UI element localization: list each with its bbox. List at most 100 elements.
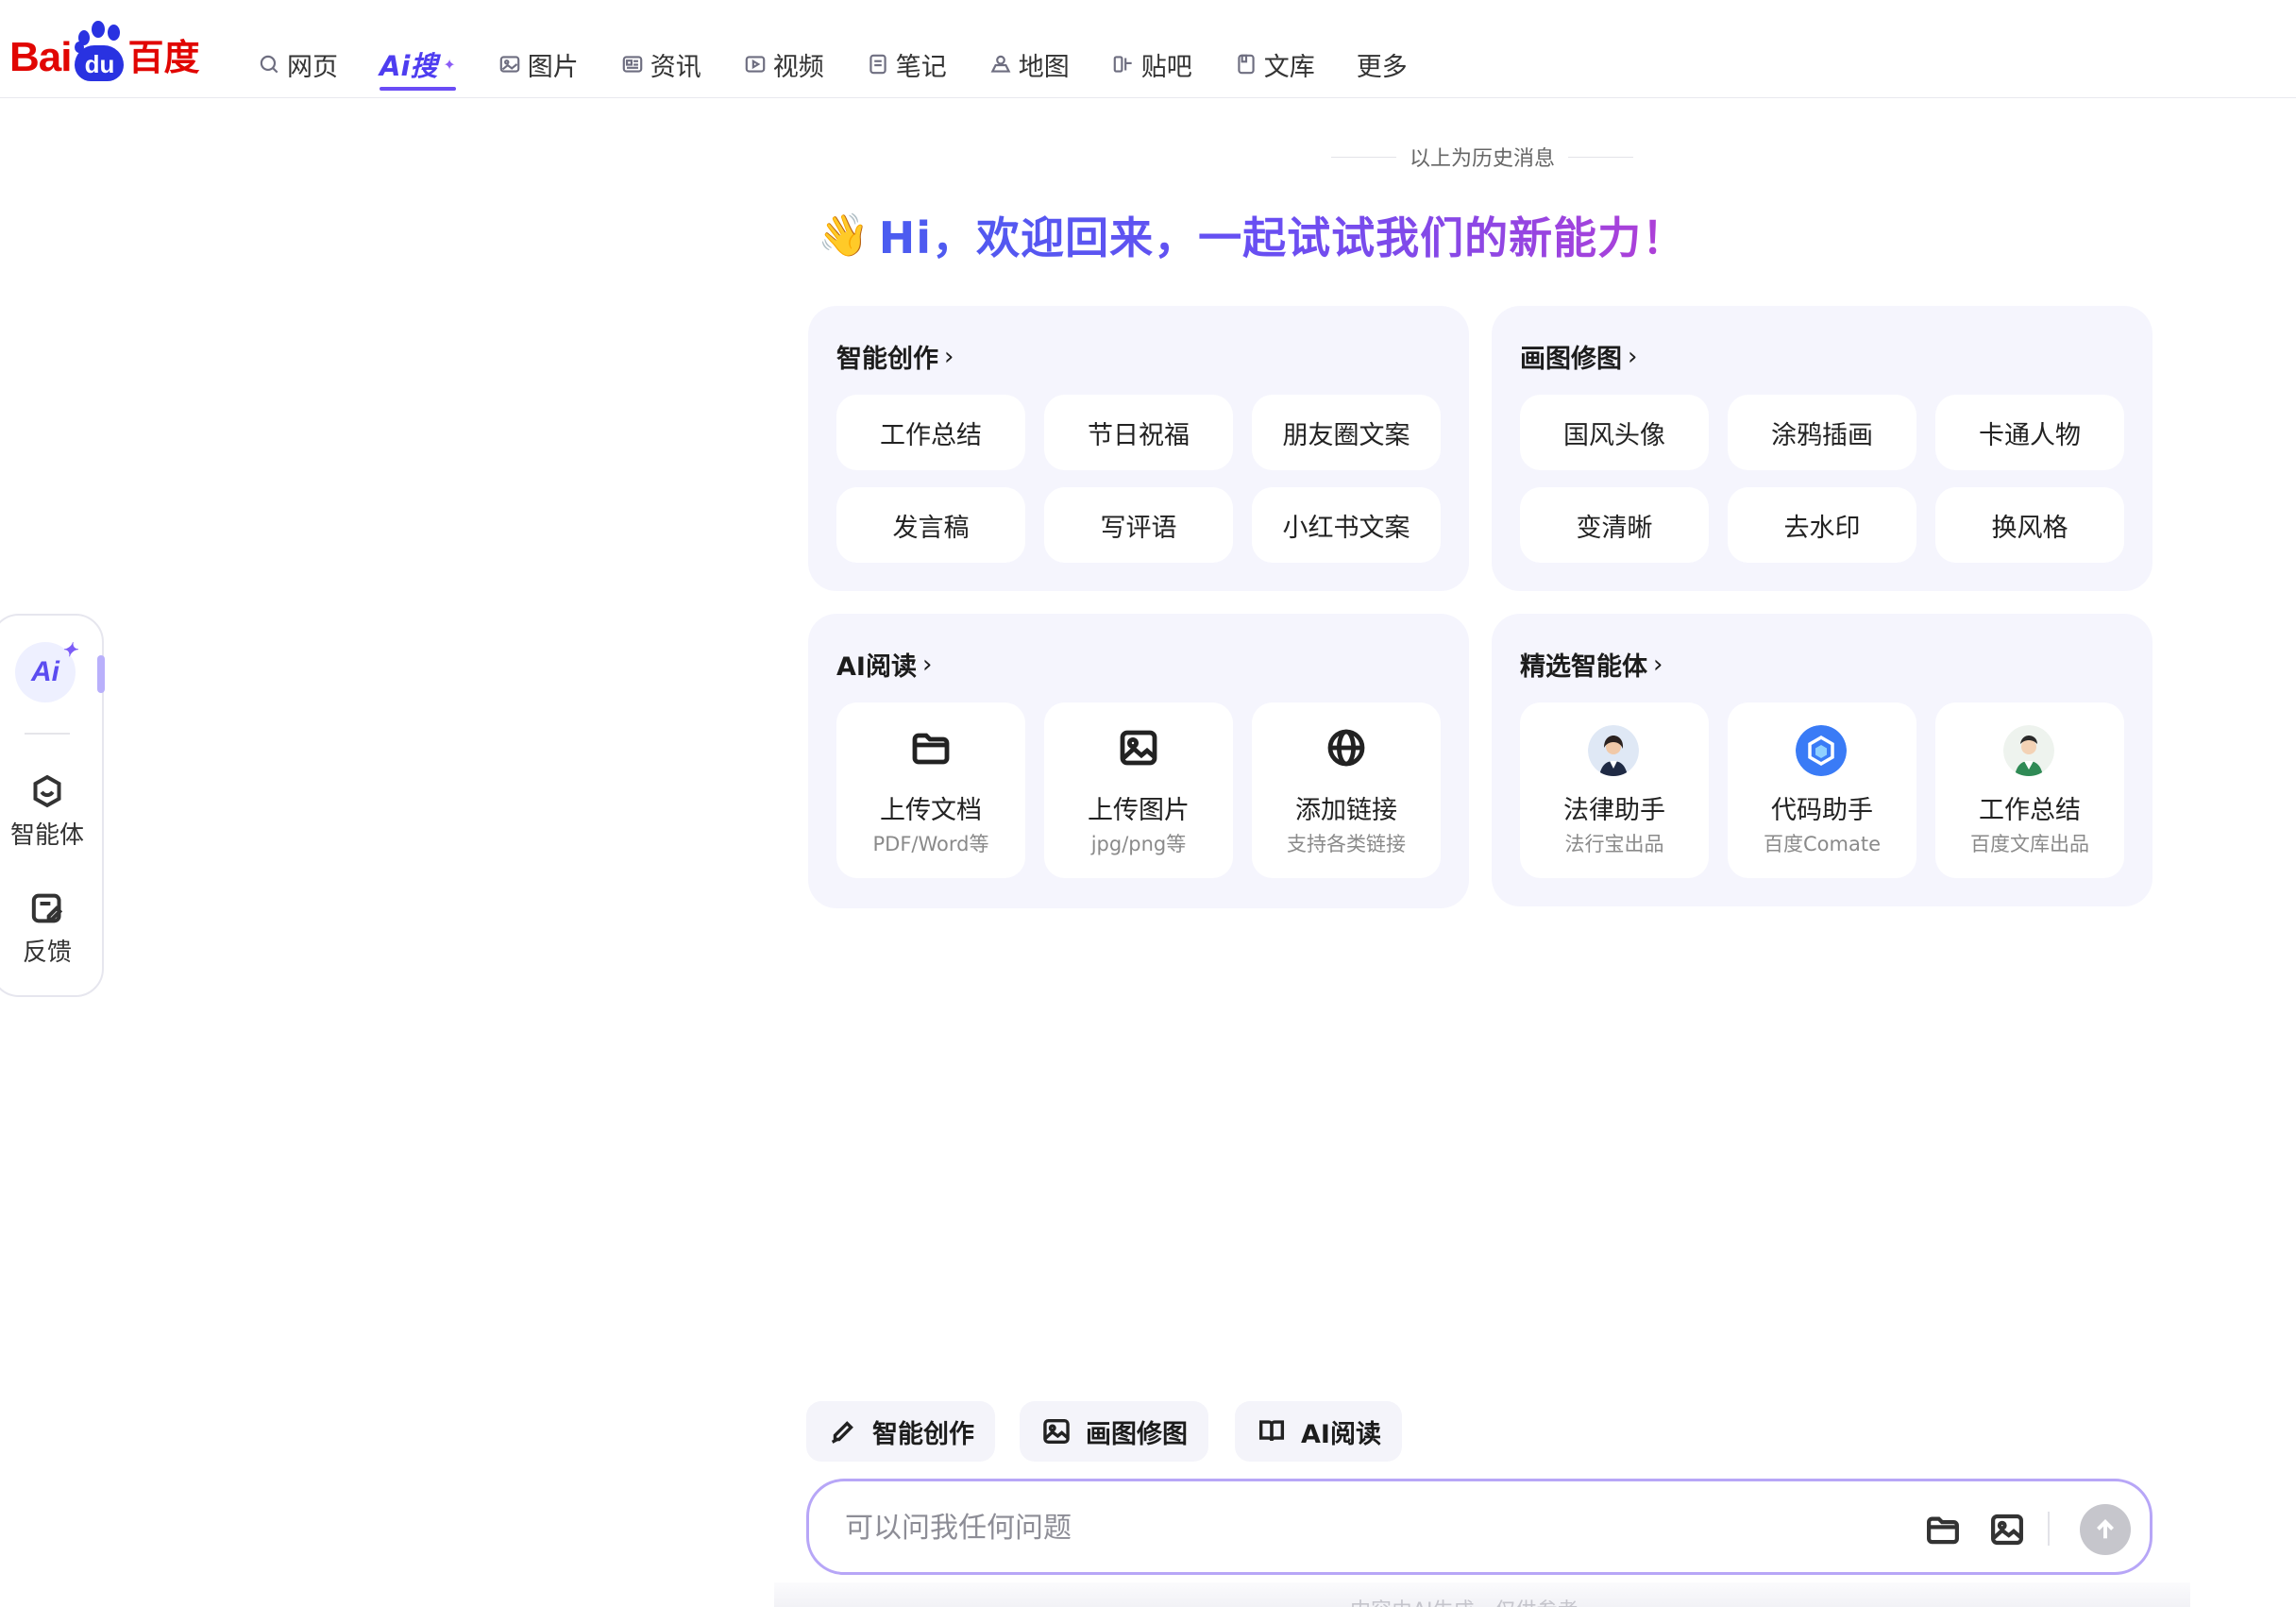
nav-item-map[interactable]: 地图 — [988, 40, 1070, 89]
agent-tile-work-summary[interactable]: 工作总结 百度文库出品 — [1935, 702, 2124, 878]
tile-title: 添加链接 — [1295, 796, 1397, 825]
agent-label: 智能体 — [9, 821, 84, 850]
prompt-chip[interactable]: 朋友圈文案 — [1252, 395, 1441, 470]
card-title-link[interactable]: AI阅读 › — [836, 646, 932, 683]
nav-item-wenku[interactable]: 文库 — [1234, 40, 1315, 89]
feedback-edit-icon — [31, 893, 63, 923]
quick-label: 画图修图 — [1086, 1419, 1188, 1449]
ai-assistant-button[interactable]: Ai ✦ — [15, 640, 77, 702]
folder-icon — [1927, 1516, 1959, 1545]
prompt-chip[interactable]: 国风头像 — [1520, 395, 1709, 470]
folder-icon — [908, 725, 954, 770]
video-icon — [745, 56, 766, 73]
nav-item-video[interactable]: 视频 — [743, 40, 824, 89]
nav-item-images[interactable]: 图片 — [498, 40, 579, 89]
add-link-tile[interactable]: 添加链接 支持各类链接 — [1252, 702, 1441, 878]
image-sparkle-icon — [1043, 1418, 1070, 1445]
history-divider: 以上为历史消息 — [1331, 142, 1634, 172]
card-featured-agents: 精选智能体 › 法律助手 法行宝出品 代码助手 百度Comate 工作总结 百度… — [1492, 614, 2152, 906]
upload-image-button[interactable] — [1987, 1510, 2027, 1549]
prompt-chip[interactable]: 小红书文案 — [1252, 487, 1441, 563]
ai-logo-label: Ai — [31, 656, 59, 687]
tile-subtitle: PDF/Word等 — [872, 833, 989, 855]
question-input[interactable] — [845, 1504, 1695, 1551]
top-header: Bai du 百度 网页 Ai搜 ✦ 图片 资讯 视频 笔记 地图 贴吧 文库 … — [0, 0, 2296, 98]
card-smart-creation: 智能创作 › 工作总结 节日祝福 朋友圈文案 发言稿 写评语 小红书文案 — [808, 306, 1469, 591]
quick-smart-creation-button[interactable]: 智能创作 — [806, 1401, 995, 1462]
tile-subtitle: 百度Comate — [1764, 833, 1881, 855]
nav-item-web[interactable]: 网页 — [257, 40, 338, 89]
send-button[interactable] — [2080, 1504, 2131, 1555]
nav-label: 网页 — [287, 52, 338, 82]
chevron-right-icon: › — [921, 650, 933, 679]
agent-button[interactable]: 智能体 — [0, 772, 102, 851]
top-nav: 网页 Ai搜 ✦ 图片 资讯 视频 笔记 地图 贴吧 文库 更多 — [257, 40, 1449, 91]
prompt-chip[interactable]: 卡通人物 — [1935, 395, 2124, 470]
nav-label: 地图 — [1018, 52, 1070, 82]
welcome-text: Hi，欢迎回来，一起试试我们的新能力！ — [879, 204, 1686, 266]
sparkle-icon: ✦ — [443, 55, 456, 74]
card-title-link[interactable]: 画图修图 › — [1520, 338, 1637, 375]
left-floating-rail: Ai ✦ 智能体 反馈 — [0, 614, 105, 997]
card-image-editing: 画图修图 › 国风头像 涂鸦插画 卡通人物 变清晰 去水印 换风格 — [1492, 306, 2152, 591]
tile-title: 上传文档 — [880, 796, 982, 825]
welcome-heading: 👋 Hi，欢迎回来，一起试试我们的新能力！ — [818, 204, 1686, 266]
logo-text-cn: 百度 — [127, 37, 200, 78]
tieba-icon — [1113, 56, 1132, 73]
nav-item-more[interactable]: 更多 — [1357, 40, 1408, 89]
upload-document-tile[interactable]: 上传文档 PDF/Word等 — [836, 702, 1025, 878]
nav-label: 视频 — [772, 52, 824, 82]
tile-title: 上传图片 — [1088, 796, 1190, 825]
feedback-label: 反馈 — [22, 939, 72, 967]
nav-label: 图片 — [527, 52, 579, 82]
tile-title: 代码助手 — [1771, 796, 1873, 825]
nav-label: 贴吧 — [1140, 52, 1192, 82]
card-title-link[interactable]: 精选智能体 › — [1520, 646, 1663, 683]
nav-item-ai-search[interactable]: Ai搜 ✦ — [380, 40, 456, 91]
prompt-chip[interactable]: 写评语 — [1044, 487, 1233, 563]
card-title: 智能创作 — [836, 345, 938, 374]
upload-image-tile[interactable]: 上传图片 jpg/png等 — [1044, 702, 1233, 878]
chevron-right-icon: › — [1628, 342, 1638, 371]
quick-image-editing-button[interactable]: 画图修图 — [1020, 1401, 1208, 1462]
baidu-logo[interactable]: Bai du 百度 — [9, 21, 200, 81]
card-title-link[interactable]: 智能创作 › — [836, 338, 954, 375]
search-icon — [260, 55, 279, 74]
arrow-up-icon — [2097, 1519, 2114, 1539]
nav-label: 更多 — [1356, 52, 1408, 82]
prompt-chip[interactable]: 去水印 — [1728, 487, 1916, 563]
pen-sparkle-icon — [831, 1421, 853, 1444]
chat-composer — [806, 1479, 2152, 1575]
quick-ai-reading-button[interactable]: AI阅读 — [1235, 1401, 1402, 1462]
comate-logo-icon — [1796, 725, 1847, 776]
prompt-chip[interactable]: 涂鸦插画 — [1728, 395, 1916, 470]
prompt-chip[interactable]: 换风格 — [1935, 487, 2124, 563]
globe-icon — [1324, 725, 1369, 770]
prompt-chip[interactable]: 发言稿 — [836, 487, 1025, 563]
divider-line — [1568, 156, 1634, 158]
tile-title: 工作总结 — [1979, 796, 2081, 825]
image-icon — [499, 56, 520, 73]
prompt-chip[interactable]: 节日祝福 — [1044, 395, 1233, 470]
prompt-chip[interactable]: 变清晰 — [1520, 487, 1709, 563]
nav-item-tieba[interactable]: 贴吧 — [1111, 40, 1192, 89]
composer-divider — [2048, 1512, 2050, 1546]
nav-item-notes[interactable]: 笔记 — [866, 40, 947, 89]
prompt-chip[interactable]: 工作总结 — [836, 395, 1025, 470]
nav-label: 文库 — [1263, 52, 1315, 82]
feedback-button[interactable]: 反馈 — [0, 889, 102, 968]
tile-subtitle: 支持各类链接 — [1287, 833, 1406, 855]
map-icon — [990, 55, 1011, 73]
upload-file-button[interactable] — [1923, 1510, 1963, 1549]
news-icon — [622, 56, 643, 73]
nav-item-news[interactable]: 资讯 — [620, 40, 701, 89]
card-title: 精选智能体 — [1520, 652, 1647, 682]
lawyer-avatar-icon — [1588, 725, 1639, 776]
note-icon — [869, 54, 886, 75]
agent-tile-legal[interactable]: 法律助手 法行宝出品 — [1520, 702, 1709, 878]
wenku-icon — [1238, 54, 1255, 75]
card-title: AI阅读 — [836, 652, 917, 682]
chevron-right-icon: › — [1653, 650, 1663, 679]
tile-title: 法律助手 — [1563, 796, 1665, 825]
agent-tile-code[interactable]: 代码助手 百度Comate — [1728, 702, 1916, 878]
